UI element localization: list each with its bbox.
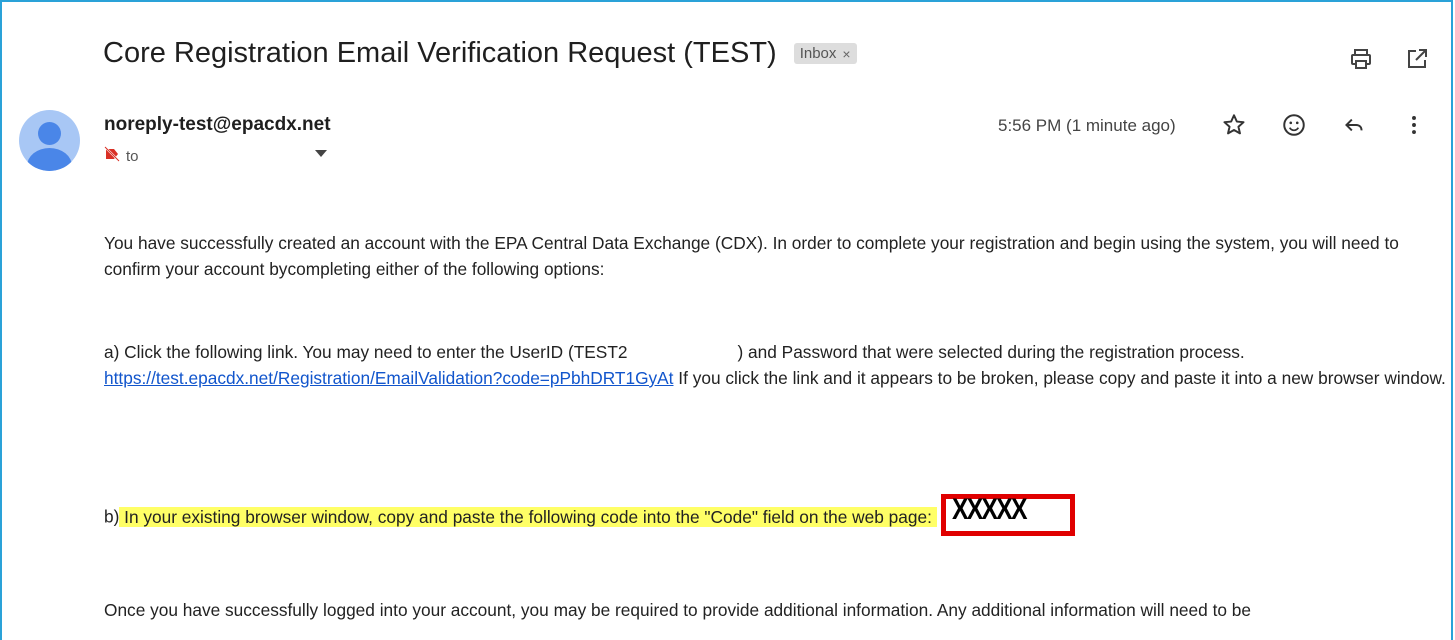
- email-view-frame: [0, 0, 1453, 640]
- subject-text: Core Registration Email Verification Req…: [103, 37, 777, 69]
- recipient-line: to: [104, 146, 139, 166]
- body-paragraph-option-a: a) Click the following link. You may nee…: [104, 339, 1449, 391]
- avatar-body-shape: [27, 148, 72, 171]
- option-b-highlighted-text: In your existing browser window, copy an…: [119, 506, 937, 527]
- option-a-text-end: ) and Password that were selected during…: [737, 342, 1245, 362]
- inbox-label-chip[interactable]: Inbox ×: [793, 43, 857, 64]
- option-a-text-start: a) Click the following link. You may nee…: [104, 342, 628, 362]
- star-icon[interactable]: [1221, 112, 1247, 138]
- emoji-reaction-icon[interactable]: [1281, 112, 1307, 138]
- verification-link[interactable]: https://test.epacdx.net/Registration/Ema…: [104, 368, 673, 388]
- recipient-prefix: to: [126, 147, 139, 165]
- avatar-head-shape: [38, 122, 61, 145]
- body-paragraph-intro: You have successfully created an account…: [104, 233, 1399, 279]
- remove-label-button[interactable]: ×: [842, 46, 850, 62]
- email-timestamp: 5:56 PM (1 minute ago): [998, 116, 1176, 135]
- label-off-icon[interactable]: [104, 146, 120, 166]
- inbox-label-text: Inbox: [799, 45, 837, 62]
- email-subject: Core Registration Email Verification Req…: [103, 37, 857, 70]
- open-in-new-window-icon[interactable]: [1405, 47, 1429, 71]
- print-icon[interactable]: [1349, 47, 1373, 71]
- sender-avatar[interactable]: [19, 110, 80, 171]
- reply-icon[interactable]: [1341, 112, 1367, 138]
- chevron-down-icon[interactable]: [315, 150, 327, 157]
- more-options-icon[interactable]: [1401, 112, 1427, 138]
- option-a-instructions: If you click the link and it appears to …: [673, 368, 1446, 388]
- sender-address[interactable]: noreply-test@epacdx.net: [104, 114, 331, 136]
- verification-code: XXXXX: [951, 493, 1027, 526]
- body-paragraph-option-b: b) In your existing browser window, copy…: [104, 493, 1449, 539]
- option-b-prefix: b): [104, 506, 120, 527]
- verification-code-box: XXXXX: [940, 493, 1075, 536]
- body-paragraph-closing: Once you have successfully logged into y…: [104, 600, 1252, 620]
